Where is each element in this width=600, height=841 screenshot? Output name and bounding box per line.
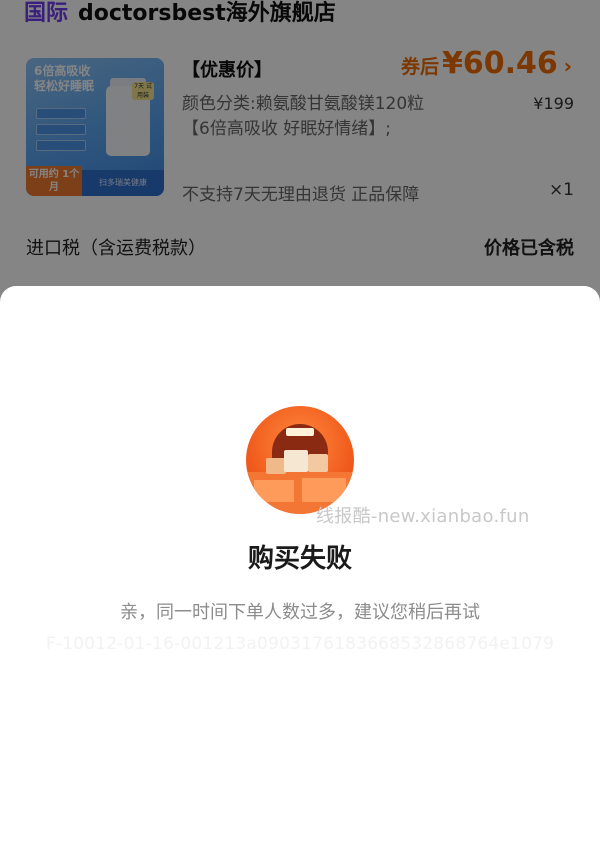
failure-title: 购买失败: [247, 544, 352, 574]
purchase-failed-sheet: 线报酷-new.xianbao.fun 购买失败 亲，同一时间下单人数过多，建议…: [0, 286, 600, 841]
watermark: 线报酷-new.xianbao.fun: [316, 506, 530, 527]
error-code: F-10012-01-16-001213a0903176183668532868…: [45, 634, 555, 654]
failure-message: 亲，同一时间下单人数过多，建议您稍后再试: [120, 602, 480, 623]
storefront-closed-icon: [246, 406, 354, 514]
